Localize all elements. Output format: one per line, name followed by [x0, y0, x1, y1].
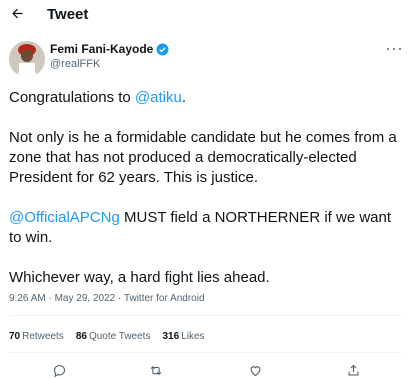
likes-count: 316 — [162, 331, 180, 342]
avatar[interactable] — [9, 41, 45, 77]
more-options-button[interactable] — [387, 44, 401, 54]
quote-tweets-count: 86 — [75, 331, 87, 342]
reply-button[interactable] — [50, 361, 68, 379]
tweet-text: Congratulations to @atiku. Not only is h… — [9, 88, 404, 308]
share-button[interactable] — [344, 361, 362, 379]
tweet-text-span: . — [181, 89, 187, 106]
page-title: Tweet — [47, 6, 89, 23]
tweet-actions — [0, 361, 410, 379]
like-button[interactable] — [246, 361, 264, 379]
tweet-paragraph: Congratulations to @atiku. — [9, 88, 404, 108]
more-dot-icon — [393, 48, 395, 50]
quote-tweets-label: Quote Tweets — [88, 331, 151, 342]
share-icon — [348, 364, 358, 375]
divider — [9, 315, 401, 316]
arrow-left-icon — [11, 8, 22, 18]
likes-stat[interactable]: 316 Likes — [162, 331, 204, 342]
tweet-paragraph: Whichever way, a hard fight lies ahead. — [9, 269, 270, 286]
mention-link-atiku[interactable]: @atiku — [135, 89, 182, 106]
tweet-time[interactable]: 9:26 AM — [9, 293, 46, 304]
tweet-text-span: Congratulations to — [9, 89, 135, 106]
mention-link-officialapcng[interactable]: @OfficialAPCNg — [9, 209, 120, 226]
tweet-source[interactable]: Twitter for Android — [124, 293, 205, 304]
tweet-meta: 9:26 AM · May 29, 2022 · Twitter for And… — [9, 293, 205, 304]
retweets-stat[interactable]: 70 Retweets — [9, 331, 64, 342]
author-name-row[interactable]: Femi Fani-Kayode — [50, 42, 169, 56]
verified-badge-icon — [156, 43, 169, 55]
tweet-stats: 70 Retweets 86 Quote Tweets 316 Likes — [9, 331, 217, 342]
retweet-icon — [150, 365, 162, 375]
back-button[interactable] — [8, 4, 26, 22]
separator: · — [45, 293, 55, 304]
author-display-name[interactable]: Femi Fani-Kayode — [50, 42, 153, 56]
tweet-paragraph: Not only is he a formidable candidate bu… — [9, 129, 397, 186]
quote-tweets-stat[interactable]: 86 Quote Tweets — [76, 331, 151, 342]
retweets-count: 70 — [9, 331, 21, 342]
separator: · — [115, 293, 124, 304]
more-dot-icon — [399, 48, 401, 50]
retweets-label: Retweets — [22, 331, 64, 342]
tweet-date[interactable]: May 29, 2022 — [55, 293, 116, 304]
more-dot-icon — [387, 48, 389, 50]
retweet-button[interactable] — [147, 361, 165, 379]
like-icon — [250, 365, 260, 376]
tweet-paragraph: @OfficialAPCNg MUST field a NORTHERNER i… — [9, 208, 404, 248]
author-handle[interactable]: @realFFK — [50, 58, 100, 70]
reply-icon — [53, 364, 65, 377]
divider — [9, 352, 401, 353]
top-bar: Tweet — [0, 0, 410, 30]
likes-label: Likes — [181, 331, 205, 342]
